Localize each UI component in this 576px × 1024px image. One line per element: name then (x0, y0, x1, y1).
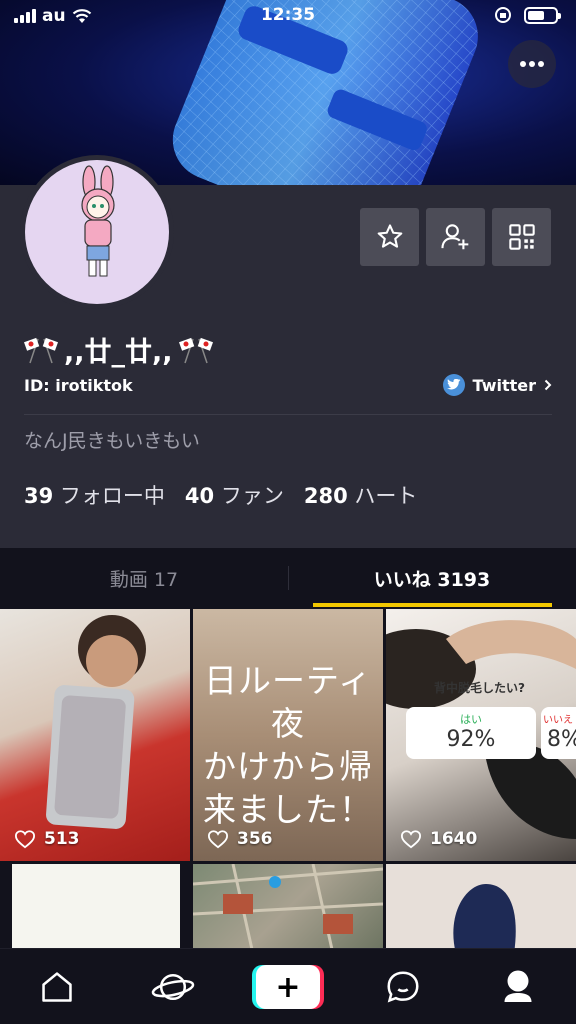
thumbnail-image (453, 884, 516, 954)
profile-divider (24, 414, 552, 415)
avatar (25, 160, 169, 304)
video-thumbnail[interactable]: 背中脱毛したい? はい 92% いいえ 8% 1640 (386, 609, 576, 861)
twitter-label: Twitter (472, 375, 536, 395)
thumbnail-caption: 日ルーティ 夜 かけから帰 来ました！ (203, 661, 373, 829)
video-thumbnail[interactable]: 日ルーティ 夜 かけから帰 来ました！ 356 (193, 609, 383, 861)
video-thumbnail[interactable] (386, 864, 576, 954)
following-stat[interactable]: 39 フォロー中 (24, 480, 165, 510)
home-icon (42, 972, 72, 1002)
chevron-right-icon (544, 379, 552, 391)
star-icon (377, 224, 402, 248)
more-options-button[interactable] (508, 40, 556, 88)
crossed-flags-icon (24, 337, 58, 363)
poll-yes-card: はい 92% (406, 707, 536, 759)
status-bar: au 12:35 (0, 0, 576, 32)
like-count: 513 (14, 829, 80, 849)
profile-bio: なんJ民きもいきもい (24, 430, 200, 452)
create-button[interactable]: + (252, 965, 324, 1009)
qr-code-button[interactable] (492, 208, 551, 266)
favorite-button[interactable] (360, 208, 419, 266)
heart-outline-icon (14, 830, 36, 849)
profile-tabs: 動画 17 いいね 3193 (0, 548, 576, 608)
add-friend-button[interactable] (426, 208, 485, 266)
avatar-image (81, 165, 115, 277)
nav-discover[interactable] (143, 963, 203, 1011)
like-count: 356 (207, 829, 273, 849)
video-thumbnail[interactable] (12, 864, 180, 954)
bottom-navigation: + (0, 948, 576, 1024)
user-id: ID: irotiktok (24, 376, 133, 395)
display-name-text: ,,廿_廿,, (64, 337, 173, 368)
crossed-flags-icon (178, 337, 213, 363)
nav-home[interactable] (27, 963, 87, 1011)
video-thumbnail[interactable]: 513 (0, 609, 190, 861)
poll-question: 背中脱毛したい? (434, 681, 525, 695)
avatar-container[interactable] (20, 155, 174, 309)
heart-outline-icon (207, 830, 229, 849)
planet-icon (151, 973, 195, 1001)
chat-bubble-icon (387, 971, 419, 1003)
plus-icon: + (256, 965, 320, 1009)
hearts-stat: 280 ハート (303, 484, 418, 508)
status-time: 12:35 (260, 5, 316, 25)
tab-videos[interactable]: 動画 17 (0, 548, 288, 608)
twitter-bird-icon (442, 374, 465, 396)
thumbnail-image (46, 615, 146, 829)
poll-no-card: いいえ 8% (541, 707, 576, 759)
qr-code-icon (508, 224, 535, 250)
active-tab-indicator (313, 603, 552, 607)
battery-icon (524, 6, 561, 24)
twitter-link[interactable]: Twitter (442, 374, 552, 396)
heart-outline-icon (400, 830, 422, 849)
more-dots-icon (520, 61, 544, 67)
fans-stat[interactable]: 40 ファン (185, 480, 284, 510)
rotation-lock-icon (495, 7, 511, 23)
thumbnail-image (193, 864, 383, 954)
video-thumbnail[interactable] (193, 864, 383, 954)
profile-stats: 39 フォロー中 40 ファン 280 ハート (24, 480, 417, 510)
tab-likes[interactable]: いいね 3193 (288, 548, 576, 608)
add-user-icon (440, 224, 468, 250)
profile-display-name: ,,廿_廿,, (24, 330, 213, 369)
nav-inbox[interactable] (373, 963, 433, 1011)
profile-icon (504, 970, 532, 1002)
nav-profile[interactable] (488, 963, 548, 1011)
like-count: 1640 (400, 829, 477, 849)
